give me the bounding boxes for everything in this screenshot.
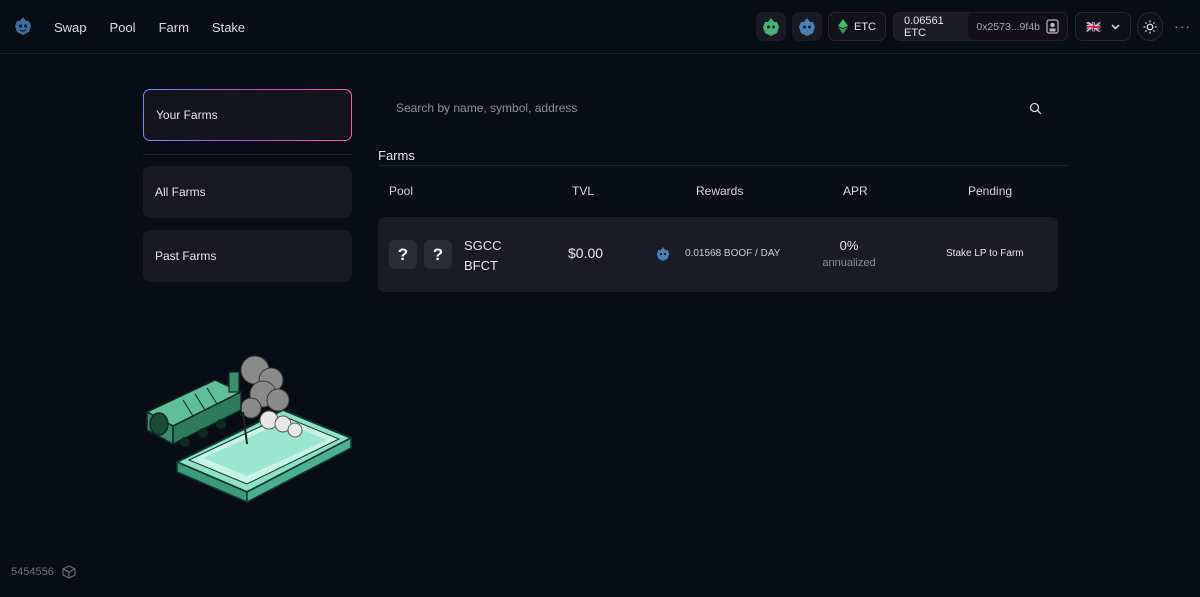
chevron-down-icon (1111, 23, 1120, 30)
boof-token-icon (656, 247, 670, 261)
sun-icon (1143, 20, 1157, 33)
search-input[interactable] (396, 101, 996, 115)
nav-stake[interactable]: Stake (212, 20, 245, 35)
tvl-value: $0.00 (568, 245, 604, 261)
unknown-token-icon: ? (424, 240, 452, 269)
apr-value: 0% (839, 238, 859, 253)
nav-swap[interactable]: Swap (54, 20, 87, 35)
blue-token-button[interactable] (792, 12, 822, 41)
column-header-pending: Pending (968, 184, 1013, 198)
column-header-pool: Pool (389, 184, 414, 198)
token-b-symbol: BFCT (464, 258, 498, 273)
network-label: ETC (854, 20, 876, 33)
block-number: 5454556 (11, 566, 54, 578)
block-indicator: 5454556 (11, 565, 76, 579)
boof-logo-icon[interactable] (14, 16, 32, 36)
cube-icon (62, 565, 76, 579)
sidebar-item-label: All Farms (155, 185, 206, 199)
token-a-symbol: SGCC (464, 238, 502, 253)
sidebar-item-label: Past Farms (155, 249, 217, 263)
theme-toggle[interactable] (1137, 12, 1163, 41)
nav-pool[interactable]: Pool (110, 20, 136, 35)
farms-section-title: Farms (378, 148, 415, 163)
sidebar-all-farms[interactable]: All Farms (143, 166, 352, 218)
nav-farm[interactable]: Farm (159, 20, 189, 35)
unknown-token-icon: ? (389, 240, 417, 269)
rewards-value: 0.01568 BOOF / DAY (685, 248, 781, 259)
section-divider (378, 165, 1069, 166)
sidebar-your-farms[interactable]: Your Farms (143, 89, 352, 141)
uk-flag-icon: 🇬🇧 (1086, 19, 1101, 34)
green-mascot-icon (763, 17, 779, 36)
network-selector[interactable]: ETC (828, 12, 886, 41)
green-token-button[interactable] (756, 12, 786, 41)
search-bar (378, 88, 1058, 128)
sidebar-past-farms[interactable]: Past Farms (143, 230, 352, 282)
balance-label: 0.06561 ETC (904, 14, 944, 39)
blue-mascot-icon (799, 17, 815, 36)
apr-note: annualized (822, 257, 876, 269)
sidebar-item-label: Your Farms (156, 108, 218, 122)
farm-row[interactable]: ? ? SGCC BFCT $0.00 0.01568 BOOF / DAY 0… (378, 217, 1058, 292)
apr-cell: 0% annualized (821, 238, 877, 269)
address-label: 0x2573...9f4b (976, 20, 1040, 33)
wallet-avatar-icon (1046, 19, 1059, 34)
address-chip[interactable]: 0x2573...9f4b (968, 13, 1067, 40)
sidebar-divider (143, 154, 352, 155)
pool-pair: SGCC BFCT (464, 236, 502, 276)
more-menu-button[interactable]: ··· (1174, 18, 1191, 34)
account-button[interactable]: 0.06561 ETC 0x2573...9f4b (893, 12, 1068, 41)
etc-logo-icon (838, 19, 848, 34)
top-bar: Swap Pool Farm Stake ETC 0.06561 ETC 0x2… (0, 0, 1200, 54)
search-icon[interactable] (1029, 102, 1042, 115)
column-header-apr: APR (843, 184, 868, 198)
stake-lp-button[interactable]: Stake LP to Farm (946, 248, 1024, 259)
column-header-tvl: TVL (572, 184, 595, 198)
main-nav: Swap Pool Farm Stake (54, 0, 268, 54)
train-pool-illustration (145, 355, 354, 504)
column-header-rewards: Rewards (696, 184, 744, 198)
language-selector[interactable]: 🇬🇧 (1075, 12, 1131, 41)
